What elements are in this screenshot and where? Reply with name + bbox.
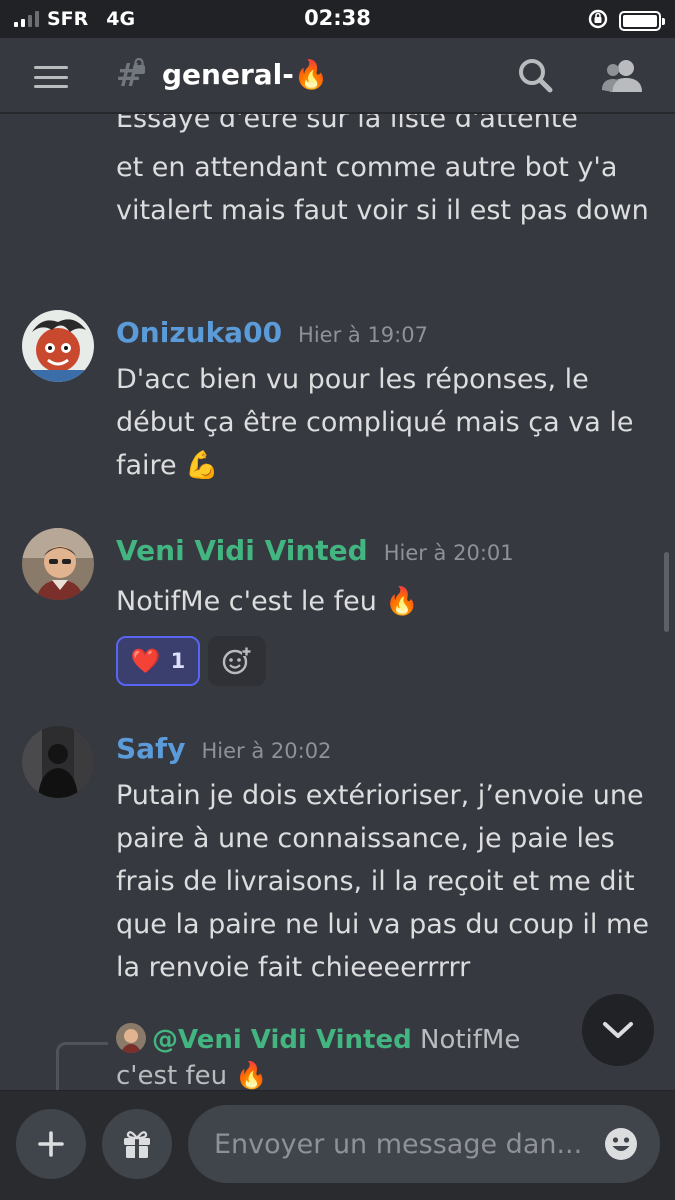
status-right: [587, 8, 665, 34]
message-header-safy: Safy Hier à 20:02: [116, 732, 331, 765]
timestamp-onizuka: Hier à 19:07: [298, 323, 428, 347]
channel-name[interactable]: general-🔥: [162, 58, 329, 91]
message-text-veni-vidi-vinted: NotifMe c'est le feu 🔥: [116, 586, 420, 617]
avatar-onizuka[interactable]: [22, 310, 94, 382]
username-veni-vidi-vinted[interactable]: Veni Vidi Vinted: [116, 534, 368, 567]
message-composer: [0, 1090, 675, 1200]
plus-icon: [38, 1131, 64, 1157]
jump-to-present-button[interactable]: [582, 994, 654, 1066]
message-list[interactable]: Essaye d'être sur la liste d'attente et …: [0, 114, 675, 1090]
avatar-safy[interactable]: [22, 726, 94, 798]
message-text-onizuka: D'acc bien vu pour les réponses, le débu…: [116, 364, 634, 481]
message-header-veni-vidi-vinted: Veni Vidi Vinted Hier à 20:01: [116, 534, 514, 567]
status-bar: SFR 4G 02:38: [0, 0, 675, 38]
reaction-heart[interactable]: ❤️ 1: [116, 636, 200, 686]
attach-button[interactable]: [16, 1109, 86, 1179]
orientation-lock-icon: [587, 8, 609, 34]
reply-connector: [56, 1042, 108, 1090]
battery-icon: [619, 11, 665, 31]
reply-avatar: [116, 1023, 146, 1053]
add-reaction-icon[interactable]: [208, 636, 266, 686]
timestamp-veni-vidi-vinted: Hier à 20:01: [383, 541, 514, 565]
channel-header: # general-🔥: [0, 38, 675, 114]
reply-preview[interactable]: @Veni Vidi Vinted NotifMe c'est feu 🔥: [116, 1022, 586, 1090]
message-text-safy: Putain je dois extérioriser, j’envoie un…: [116, 780, 649, 983]
message-text-continuation: et en attendant comme autre bot y'a vita…: [116, 152, 649, 226]
heart-emoji: ❤️: [130, 647, 161, 675]
locked-channel-icon: #: [116, 56, 145, 94]
chevron-down-icon: [603, 1022, 633, 1038]
clock: 02:38: [304, 6, 371, 30]
gift-icon: [124, 1131, 150, 1158]
emoji-icon[interactable]: [604, 1127, 638, 1161]
username-onizuka[interactable]: Onizuka00: [116, 316, 282, 349]
username-safy[interactable]: Safy: [116, 732, 186, 765]
avatar-veni-vidi-vinted[interactable]: [22, 528, 94, 600]
members-icon[interactable]: [600, 56, 644, 96]
timestamp-safy: Hier à 20:02: [201, 739, 332, 763]
message-input[interactable]: [188, 1105, 660, 1183]
reaction-count: 1: [170, 649, 186, 673]
reply-mention[interactable]: @Veni Vidi Vinted: [152, 1025, 412, 1055]
message-header-onizuka: Onizuka00 Hier à 19:07: [116, 316, 428, 349]
gift-button[interactable]: [102, 1109, 172, 1179]
message-text-partial: Essaye d'être sur la liste d'attente: [116, 114, 578, 134]
search-icon[interactable]: [516, 56, 556, 96]
scrollbar[interactable]: [664, 552, 669, 632]
hamburger-icon[interactable]: [34, 66, 68, 88]
